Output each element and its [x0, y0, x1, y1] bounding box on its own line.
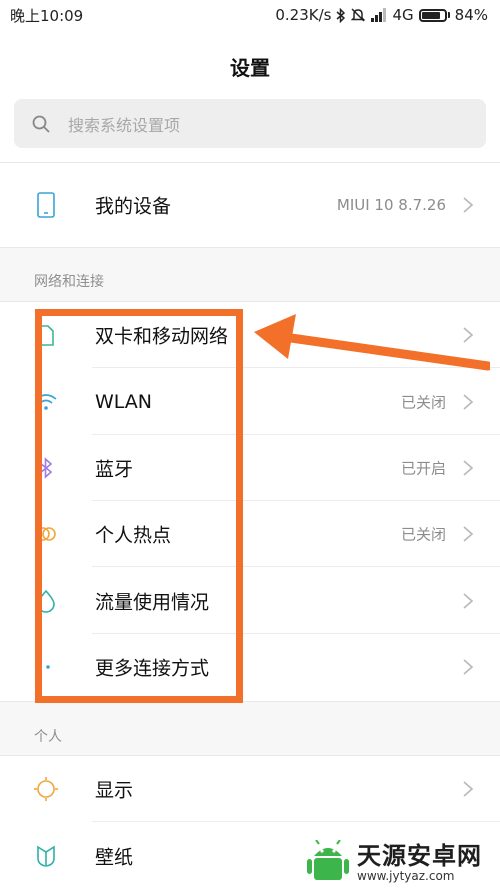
- page-title: 设置: [230, 56, 270, 80]
- hotspot-icon: [28, 516, 64, 552]
- chevron-right-icon: [463, 327, 474, 343]
- display-row[interactable]: 显示: [0, 756, 500, 822]
- my-device-row[interactable]: 我的设备 MIUI 10 8.7.26: [0, 172, 500, 238]
- signal-icon: [371, 8, 387, 22]
- divider: [0, 162, 500, 163]
- chevron-right-icon: [463, 394, 474, 410]
- battery-percent: 84%: [454, 6, 488, 24]
- row-label: 壁纸: [95, 846, 134, 869]
- row-label: 显示: [95, 779, 134, 802]
- search-icon: [32, 115, 50, 133]
- status-bar: 晚上10:09 0.23K/s 4G 84%: [0, 0, 500, 30]
- wlan-status: 已关闭: [400, 393, 446, 412]
- bluetooth-icon: [28, 450, 64, 486]
- wallpaper-icon: [28, 838, 64, 874]
- data-usage-row[interactable]: 流量使用情况: [0, 568, 500, 634]
- sim-mobile-network-row[interactable]: 双卡和移动网络: [0, 302, 500, 368]
- more-connections-row[interactable]: 更多连接方式: [0, 634, 500, 700]
- sim-card-icon: [28, 317, 64, 353]
- search-input[interactable]: 搜索系统设置项: [14, 99, 486, 148]
- chevron-right-icon: [463, 659, 474, 675]
- row-label: WLAN: [95, 391, 153, 413]
- row-divider: [92, 367, 500, 368]
- row-label: 更多连接方式: [95, 657, 210, 680]
- row-label: 双卡和移动网络: [95, 325, 229, 348]
- wlan-row[interactable]: WLAN 已关闭: [0, 369, 500, 435]
- row-label: 蓝牙: [95, 458, 134, 481]
- watermark-logo: 天源安卓网 www.jytyaz.com: [305, 836, 500, 889]
- phone-icon: [28, 187, 64, 223]
- chevron-right-icon: [463, 526, 474, 542]
- search-placeholder: 搜索系统设置项: [68, 115, 181, 135]
- watermark-url: www.jytyaz.com: [357, 868, 455, 883]
- bluetooth-status: 已开启: [400, 459, 446, 478]
- android-icon: [307, 839, 349, 880]
- my-device-label: 我的设备: [95, 195, 172, 218]
- row-divider: [92, 821, 500, 822]
- row-label: 流量使用情况: [95, 591, 210, 614]
- chevron-right-icon: [463, 593, 474, 609]
- row-divider: [92, 566, 500, 567]
- data-usage-icon: [28, 583, 64, 619]
- divider: [0, 247, 500, 248]
- hotspot-status: 已关闭: [400, 525, 446, 544]
- chevron-right-icon: [463, 197, 474, 213]
- more-dots-icon: [28, 649, 64, 685]
- status-time: 晚上10:09: [10, 6, 84, 25]
- network-speed: 0.23K/s: [275, 6, 332, 24]
- section-header-network: 网络和连接: [34, 274, 104, 290]
- chevron-right-icon: [463, 781, 474, 797]
- bluetooth-row[interactable]: 蓝牙 已开启: [0, 435, 500, 501]
- wifi-icon: [28, 384, 64, 420]
- mute-status-icon: [351, 8, 366, 22]
- section-background: [0, 701, 500, 755]
- bluetooth-status-icon: [336, 7, 346, 23]
- battery-icon: [418, 8, 450, 22]
- chevron-right-icon: [463, 460, 474, 476]
- display-icon: [28, 771, 64, 807]
- row-label: 个人热点: [95, 524, 172, 547]
- divider: [0, 701, 500, 702]
- status-indicators: 0.23K/s 4G 84%: [275, 6, 488, 24]
- section-header-personal: 个人: [34, 729, 62, 745]
- miui-version: MIUI 10 8.7.26: [336, 196, 446, 214]
- network-type: 4G: [392, 6, 414, 24]
- watermark-name: 天源安卓网: [357, 841, 482, 870]
- hotspot-row[interactable]: 个人热点 已关闭: [0, 501, 500, 567]
